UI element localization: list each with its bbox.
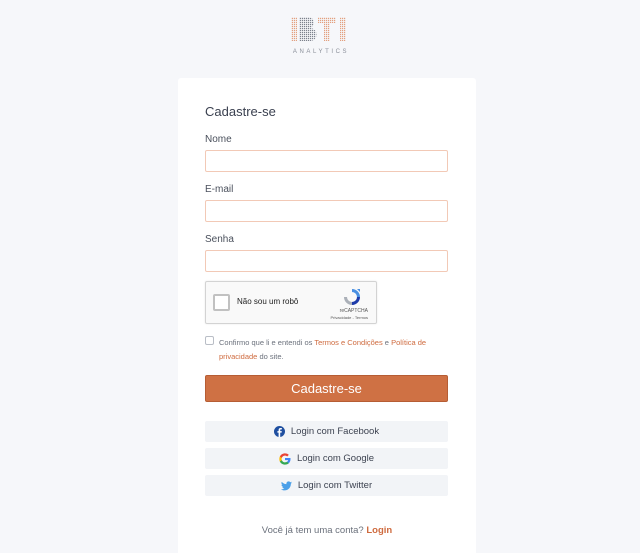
- form-title: Cadastre-se: [205, 104, 276, 119]
- email-label: E-mail: [205, 184, 234, 195]
- brand-subtitle: ANALYTICS: [292, 49, 350, 55]
- twitter-login-button[interactable]: Login com Twitter: [205, 475, 448, 496]
- recaptcha-widget: Não sou um robô reCAPTCHA Privacidade - …: [205, 281, 377, 324]
- terms-checkbox[interactable]: [205, 336, 214, 345]
- recaptcha-checkbox[interactable]: [213, 294, 230, 311]
- password-input[interactable]: [205, 250, 448, 272]
- recaptcha-icon: [344, 289, 360, 305]
- name-input[interactable]: [205, 150, 448, 172]
- recaptcha-links[interactable]: Privacidade - Termos: [331, 315, 369, 320]
- ibti-logo-mark: [291, 17, 346, 41]
- terms-middle: e: [382, 338, 392, 347]
- twitter-login-label: Login com Twitter: [297, 480, 373, 491]
- google-login-button[interactable]: Login com Google: [205, 448, 448, 469]
- signup-button[interactable]: Cadastre-se: [205, 375, 448, 402]
- terms-prefix: Confirmo que li e entendi os: [219, 338, 315, 347]
- facebook-icon: [273, 426, 285, 437]
- recaptcha-brand: reCAPTCHA: [339, 308, 368, 314]
- terms-conditions-link[interactable]: Termos e Condições: [314, 338, 382, 347]
- signup-page: ANALYTICS Cadastre-se Nome E-mail Senha …: [0, 0, 640, 553]
- google-login-label: Login com Google: [296, 453, 375, 464]
- name-label: Nome: [205, 134, 232, 145]
- google-icon: [279, 452, 291, 465]
- login-prompt-text: Você já tem uma conta?: [261, 525, 367, 536]
- login-prompt: Você já tem uma conta? Login: [178, 525, 476, 536]
- login-link[interactable]: Login: [366, 525, 392, 536]
- terms-suffix: do site.: [257, 352, 284, 361]
- signup-card: Cadastre-se Nome E-mail Senha Não sou um…: [178, 78, 476, 553]
- brand-logo: ANALYTICS: [0, 14, 640, 55]
- recaptcha-label: Não sou um robô: [237, 297, 299, 306]
- facebook-login-label: Login com Facebook: [290, 426, 380, 437]
- twitter-icon: [280, 480, 292, 490]
- terms-text: Confirmo que li e entendi os Termos e Co…: [219, 336, 447, 364]
- password-label: Senha: [205, 234, 234, 245]
- email-input[interactable]: [205, 200, 448, 222]
- facebook-login-button[interactable]: Login com Facebook: [205, 421, 448, 442]
